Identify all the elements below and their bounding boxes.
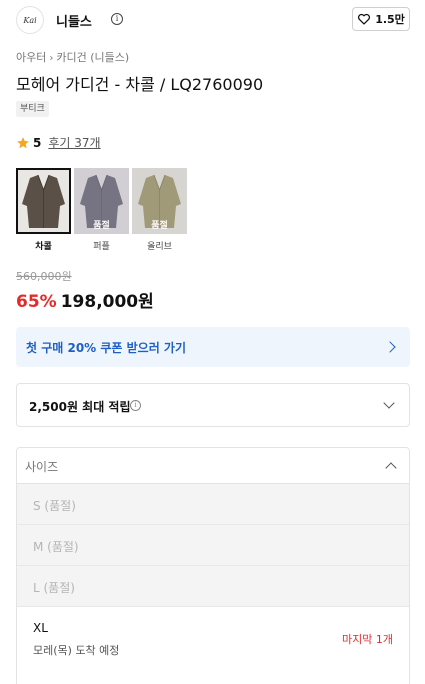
size-option-s: S (품절) xyxy=(17,484,409,525)
color-option-purple[interactable]: 품절 퍼플 xyxy=(74,168,129,252)
size-option-xl[interactable]: XL 모레(목) 도착 예정 마지막 1개 xyxy=(17,607,409,684)
chevron-down-icon xyxy=(383,397,395,409)
brand-info-icon[interactable]: i xyxy=(111,13,123,25)
rating-value: 5 xyxy=(33,135,42,150)
breadcrumb-item-cardigan[interactable]: 카디건 (니들스) xyxy=(56,51,129,64)
color-thumbnail xyxy=(16,168,71,234)
color-label: 올리브 xyxy=(147,242,172,252)
points-accordion[interactable]: 2,500원 최대 적립 i xyxy=(16,383,410,427)
size-select-label: 사이즈 xyxy=(25,460,59,474)
brand-name[interactable]: 니들스 xyxy=(56,11,92,30)
color-label: 차콜 xyxy=(35,242,52,252)
brand-logo[interactable]: Kai xyxy=(16,6,44,34)
original-price: 560,000원 xyxy=(16,270,72,283)
size-option-label: XL xyxy=(33,621,48,635)
breadcrumb-item-outer[interactable]: 아우터 xyxy=(16,51,46,64)
like-count: 1.5만 xyxy=(375,13,405,26)
size-option-label: S (품절) xyxy=(33,499,76,513)
color-label: 퍼플 xyxy=(93,242,110,252)
size-select: 사이즈 S (품절) M (품절) L (품절) XL 모레(목) 도착 예정 … xyxy=(16,447,410,684)
size-select-header[interactable]: 사이즈 xyxy=(17,448,409,484)
breadcrumb-chevron-icon: › xyxy=(49,53,54,64)
size-option-l: L (품절) xyxy=(17,566,409,607)
soldout-badge: 품절 xyxy=(151,221,168,231)
breadcrumb: 아우터 › 카디건 (니들스) xyxy=(16,49,129,65)
color-options: 차콜 품절 퍼플 품절 올리브 xyxy=(16,168,196,254)
delivery-estimate: 모레(목) 도착 예정 xyxy=(33,644,120,657)
like-button[interactable]: 1.5만 xyxy=(352,7,410,31)
sale-price: 198,000원 xyxy=(60,292,154,312)
color-option-olive[interactable]: 품절 올리브 xyxy=(132,168,187,252)
color-option-charcoal[interactable]: 차콜 xyxy=(16,168,71,252)
soldout-badge: 품절 xyxy=(93,221,110,231)
price-row: 65% 198,000원 xyxy=(16,287,154,312)
first-purchase-coupon-banner[interactable]: 첫 구매 20% 쿠폰 받으러 가기 xyxy=(16,327,410,367)
rating: 5 후기 37개 xyxy=(16,134,101,151)
product-title: 모헤어 가디건 - 차콜 / LQ2760090 xyxy=(16,75,264,94)
size-option-label: M (품절) xyxy=(33,540,79,554)
heart-icon xyxy=(358,13,371,25)
stock-warning: 마지막 1개 xyxy=(342,633,393,646)
discount-rate: 65% xyxy=(16,292,57,312)
size-option-m: M (품절) xyxy=(17,525,409,566)
points-info-icon[interactable]: i xyxy=(130,400,141,411)
boutique-badge: 부티크 xyxy=(16,101,49,117)
review-count-link[interactable]: 후기 37개 xyxy=(48,134,100,151)
coupon-banner-text: 첫 구매 20% 쿠폰 받으러 가기 xyxy=(26,341,187,355)
chevron-right-icon xyxy=(384,341,396,353)
points-text: 2,500원 최대 적립 xyxy=(29,400,131,414)
chevron-up-icon xyxy=(385,462,397,474)
size-option-label: L (품절) xyxy=(33,581,75,595)
star-icon xyxy=(17,136,29,148)
brand-bar: Kai 니들스 i 1.5만 xyxy=(16,6,410,34)
